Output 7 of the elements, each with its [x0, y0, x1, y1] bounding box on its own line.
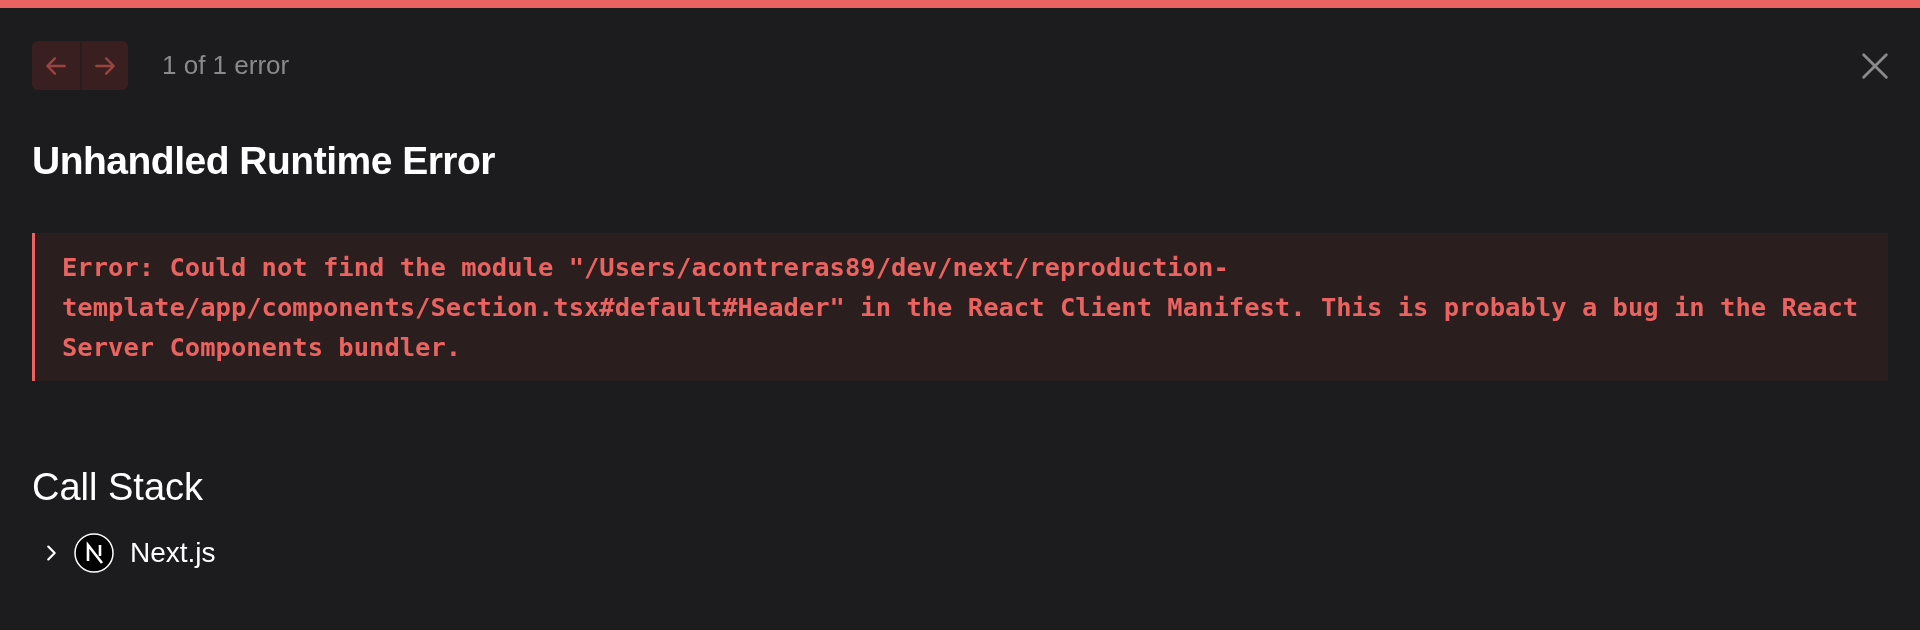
error-title: Unhandled Runtime Error — [32, 138, 497, 184]
frame-label: Next.js — [130, 536, 216, 571]
call-stack-heading: Call Stack — [32, 464, 205, 510]
call-stack-frame[interactable]: Next.js — [40, 532, 1888, 575]
error-message: Error: Could not find the module "/Users/acontreras89/dev/next/reproduction-template/app/components/Section.tsx#default#Header" in the React Client Manifest. This is probably a bug in the React Server Components bundler. — [62, 250, 1860, 364]
error-counter: 1 of 1 error — [162, 49, 290, 82]
logo-icon — [74, 533, 114, 574]
